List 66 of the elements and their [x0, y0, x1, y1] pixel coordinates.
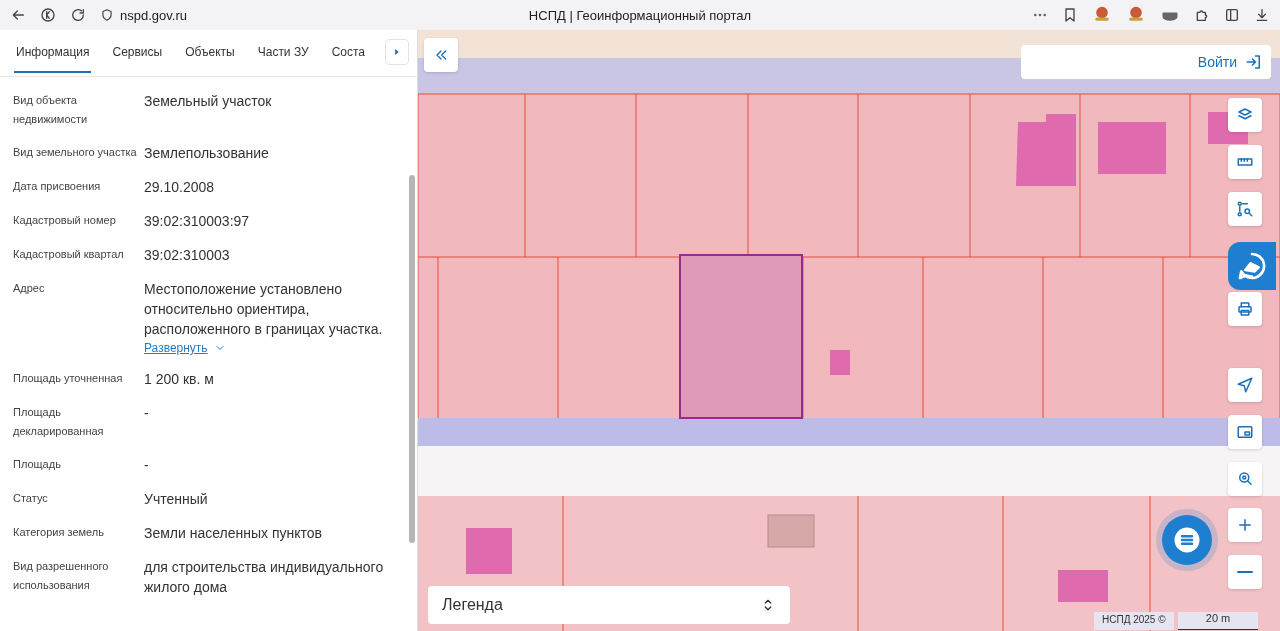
field-value: Местоположение установлено относительно ориентира, расположенного в границах участка.	[144, 280, 384, 339]
field-value: Земельный участок	[144, 92, 272, 111]
panel-tab[interactable]: Объекты	[183, 33, 237, 73]
attribution: НСПД 2025 ©	[1094, 612, 1174, 630]
panel-tab[interactable]: Информация	[14, 33, 92, 73]
field-label: Адрес	[13, 281, 46, 296]
collapse-panel-button[interactable]	[424, 38, 458, 72]
browser-logo-icon	[40, 7, 56, 23]
zoom-out-button[interactable]	[1228, 555, 1262, 589]
page-title: НСПД | Геоинформационный портал	[528, 7, 752, 23]
field-value: 39:02:310003:97	[144, 212, 250, 231]
picture-in-picture-button[interactable]	[1228, 415, 1262, 449]
download-icon	[1254, 7, 1270, 23]
caret-right-icon	[392, 47, 402, 57]
field-label: Категория земель	[13, 525, 105, 540]
field-label: Площадь декларированная	[13, 405, 105, 439]
back-icon	[10, 7, 26, 23]
field-label: Кадастровый номер	[13, 213, 117, 228]
bookmark-icon	[1062, 7, 1078, 23]
login-button[interactable]: Войти	[1021, 45, 1271, 79]
print-icon	[1236, 300, 1254, 318]
expand-link[interactable]: Развернуть	[144, 341, 226, 355]
panel-tab[interactable]: Сервисы	[110, 33, 165, 73]
location-search-icon	[1236, 470, 1254, 488]
zoom-in-icon	[1236, 516, 1254, 534]
zoom-in-button[interactable]	[1228, 508, 1262, 542]
field-value: Землепользование	[144, 144, 269, 163]
shield-icon	[100, 8, 114, 22]
field-label: Кадастровый квартал	[13, 247, 125, 262]
field-value: 1 200 кв. м	[144, 370, 214, 389]
panel-tab[interactable]: Соста	[329, 33, 368, 73]
field-value: Учтенный	[144, 490, 208, 509]
field-value: 39:02:310003	[144, 246, 230, 265]
field-label: Площадь уточненная	[13, 371, 124, 386]
field-label: Статус	[13, 491, 49, 506]
panel-tab[interactable]: Части ЗУ	[255, 33, 311, 73]
area-search-button[interactable]	[1228, 192, 1262, 226]
field-label: Вид объекта недвижимости	[13, 93, 89, 127]
puzzle-icon	[1194, 7, 1210, 23]
scale-bar: 20 m	[1178, 612, 1258, 630]
navigation-button[interactable]	[1228, 368, 1262, 402]
navigation-icon	[1236, 376, 1254, 394]
field-label: Дата присвоения	[13, 179, 102, 194]
field-value: Земли населенных пунктов	[144, 524, 323, 543]
ruler-button[interactable]	[1228, 145, 1262, 179]
map-bubble-icon	[1236, 250, 1268, 282]
scrollbar[interactable]	[409, 175, 415, 543]
area-search-icon	[1236, 200, 1254, 218]
field-value: для строительства индивидуального жилого дома	[144, 558, 385, 597]
chat-icon	[1172, 525, 1202, 555]
sidebar-icon	[1224, 7, 1240, 23]
field-label: Вид разрешенного использования	[13, 559, 110, 593]
legend-dropdown[interactable]: Легенда	[428, 586, 790, 624]
side-tab-button[interactable]	[1228, 242, 1276, 290]
picture-in-picture-icon	[1236, 423, 1254, 441]
address-bar[interactable]: nspd.gov.ru	[120, 7, 187, 23]
field-value: -	[144, 456, 149, 475]
layers-button[interactable]	[1228, 98, 1262, 132]
login-icon	[1245, 53, 1263, 71]
reload-icon	[70, 7, 86, 23]
field-value: -	[144, 404, 149, 423]
field-value: 29.10.2008	[144, 178, 215, 197]
field-label: Вид земельного участка	[13, 145, 138, 160]
print-button[interactable]	[1228, 292, 1262, 326]
field-label: Площадь	[13, 457, 62, 472]
location-search-button[interactable]	[1228, 462, 1262, 496]
